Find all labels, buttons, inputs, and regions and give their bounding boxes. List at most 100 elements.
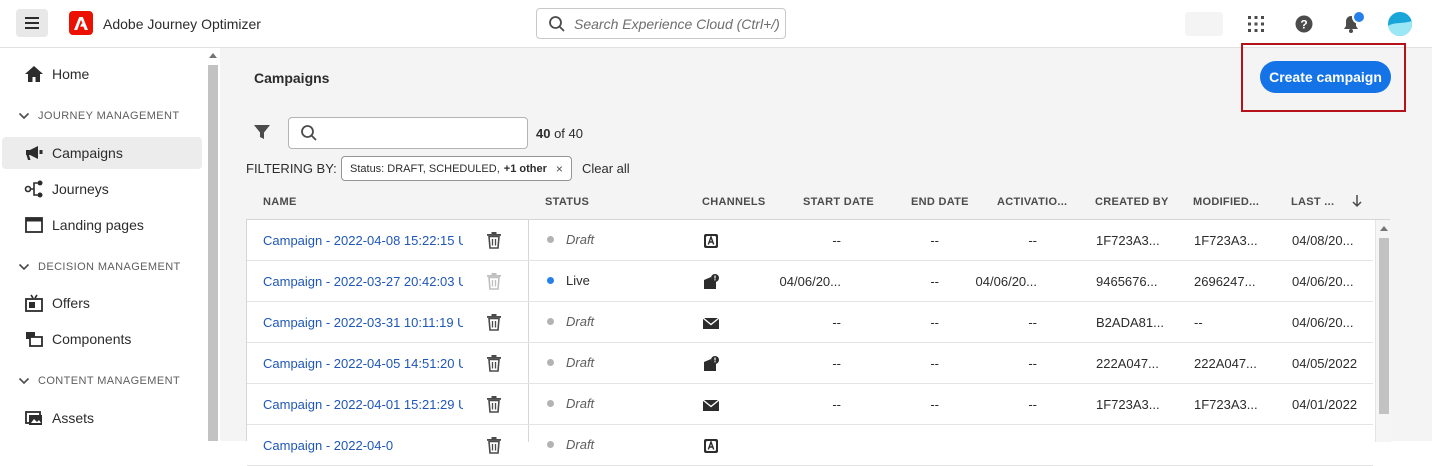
column-header-name[interactable]: NAME: [263, 196, 297, 208]
end-date-cell: --: [930, 397, 939, 412]
delete-icon[interactable]: [486, 272, 502, 290]
status-dot: [547, 318, 554, 325]
components-icon: [26, 332, 43, 347]
filter-icon[interactable]: [253, 123, 271, 141]
table-row[interactable]: Campaign - 2022-04-01 15:21:29 UT( Draft -…: [247, 384, 1373, 425]
sidebar-item-label: Home: [52, 66, 90, 82]
delete-icon[interactable]: [486, 231, 502, 249]
last-modified-cell: 04/06/20...: [1292, 315, 1354, 330]
sidebar-item-label: Journeys: [52, 181, 109, 197]
menu-button[interactable]: [16, 9, 48, 37]
global-search-placeholder: Search Experience Cloud (Ctrl+/): [574, 15, 780, 32]
sidebar-item-home[interactable]: Home: [2, 58, 202, 90]
end-date-cell: --: [930, 233, 939, 248]
section-label: JOURNEY MANAGEMENT: [38, 110, 180, 122]
create-campaign-button[interactable]: Create campaign: [1260, 61, 1391, 93]
sidebar-item-assets[interactable]: Assets: [2, 402, 202, 434]
activation-cell: --: [1028, 233, 1037, 248]
delete-icon[interactable]: [486, 354, 502, 372]
column-header-activation[interactable]: ACTIVATIO...: [997, 196, 1067, 208]
adobe-logo[interactable]: [69, 11, 93, 35]
campaign-name-link[interactable]: Campaign - 2022-03-31 10:11:19 UTC: [263, 315, 463, 330]
filtering-label: FILTERING BY:: [246, 161, 337, 176]
campaign-name-link[interactable]: Campaign - 2022-03-27 20:42:03 UT: [263, 274, 463, 289]
status-text: Draft: [566, 437, 595, 452]
home-icon: [25, 66, 43, 82]
search-input[interactable]: [288, 117, 528, 149]
column-header-modified[interactable]: MODIFIED...: [1193, 196, 1259, 208]
delete-icon[interactable]: [486, 395, 502, 413]
end-date-cell: --: [930, 356, 939, 371]
app-icon: [702, 437, 720, 455]
section-journey-management[interactable]: JOURNEY MANAGEMENT: [18, 110, 179, 122]
column-header-start-date[interactable]: START DATE: [803, 196, 874, 208]
created-by-cell: 1F723A3...: [1096, 397, 1160, 412]
sidebar-item-landing-pages[interactable]: Landing pages: [2, 209, 202, 241]
campaign-name-link[interactable]: Campaign - 2022-04-05 14:51:20 UT: [263, 356, 463, 371]
activation-cell: --: [1028, 315, 1037, 330]
column-header-end-date[interactable]: END DATE: [911, 196, 969, 208]
status-text: Draft: [566, 396, 595, 411]
sidebar-item-campaigns[interactable]: Campaigns: [2, 137, 202, 169]
start-date-cell: --: [832, 397, 841, 412]
table-row[interactable]: Campaign - 2022-04-05 14:51:20 UT Draft --…: [247, 343, 1373, 384]
created-by-cell: 1F723A3...: [1096, 233, 1160, 248]
help-icon[interactable]: ?: [1294, 14, 1314, 34]
avatar[interactable]: [1388, 12, 1412, 36]
push-icon: [702, 273, 720, 291]
status-dot: [547, 277, 554, 284]
campaigns-table: Campaign - 2022-04-08 15:22:15 UT Draft --…: [246, 219, 1391, 466]
delete-icon[interactable]: [486, 313, 502, 331]
section-decision-management[interactable]: DECISION MANAGEMENT: [18, 261, 181, 273]
result-count-number: 40: [536, 126, 551, 141]
delete-icon[interactable]: [486, 436, 502, 454]
modified-by-cell: 2696247...: [1194, 274, 1256, 289]
email-icon: [702, 314, 720, 332]
last-modified-cell: 04/05/2022: [1292, 356, 1358, 371]
email-icon: [702, 396, 720, 414]
sort-down-icon[interactable]: [1351, 194, 1363, 208]
column-header-last[interactable]: LAST ...: [1291, 196, 1334, 208]
global-search[interactable]: Search Experience Cloud (Ctrl+/): [536, 8, 786, 39]
column-header-status[interactable]: STATUS: [545, 196, 589, 208]
sidebar-item-label: Campaigns: [52, 145, 123, 161]
last-modified-cell: 04/08/20...: [1292, 233, 1354, 248]
apps-icon[interactable]: [1246, 14, 1266, 34]
end-date-cell: --: [930, 315, 939, 330]
sidebar-scrollbar[interactable]: [206, 48, 220, 441]
result-count-total: of 40: [550, 126, 583, 141]
campaign-name-link[interactable]: Campaign - 2022-04-08 15:22:15 UT: [263, 233, 463, 248]
landing-page-icon: [25, 217, 43, 233]
last-modified-cell: 04/01/2022: [1292, 397, 1358, 412]
result-count: 40 of 40: [536, 126, 583, 141]
status-dot: [547, 359, 554, 366]
status-text: Live: [566, 273, 590, 288]
table-row[interactable]: Campaign - 2022-04-0 Draft: [247, 425, 1373, 466]
created-by-cell: 222A047...: [1096, 356, 1159, 371]
org-switcher[interactable]: [1185, 12, 1223, 36]
sidebar-item-components[interactable]: Components: [2, 323, 202, 355]
table-row[interactable]: Campaign - 2022-03-27 20:42:03 UT Live 04/…: [247, 261, 1373, 302]
sidebar-item-label: Offers: [52, 295, 90, 311]
table-row[interactable]: Campaign - 2022-03-31 10:11:19 UTC Draft -…: [247, 302, 1373, 343]
sidebar-item-offers[interactable]: Offers: [2, 287, 202, 319]
column-header-created-by[interactable]: CREATED BY: [1095, 196, 1169, 208]
clear-all-link[interactable]: Clear all: [582, 161, 630, 176]
chevron-down-icon: [18, 377, 30, 385]
close-icon[interactable]: ×: [556, 162, 563, 176]
app-title[interactable]: Adobe Journey Optimizer: [103, 16, 261, 32]
section-label: CONTENT MANAGEMENT: [38, 375, 181, 387]
filter-chip[interactable]: Status: DRAFT, SCHEDULED, +1 other ×: [341, 156, 572, 181]
journey-icon: [24, 180, 43, 198]
campaign-name-link[interactable]: Campaign - 2022-04-0: [263, 438, 463, 453]
menu-icon: [25, 17, 39, 29]
column-header-channels[interactable]: CHANNELS: [702, 196, 766, 208]
campaign-name-link[interactable]: Campaign - 2022-04-01 15:21:29 UT(: [263, 397, 463, 412]
status-text: Draft: [566, 355, 595, 370]
sidebar-item-journeys[interactable]: Journeys: [2, 173, 202, 205]
table-scrollbar[interactable]: [1375, 220, 1391, 442]
search-icon: [549, 15, 565, 32]
section-content-management[interactable]: CONTENT MANAGEMENT: [18, 375, 180, 387]
table-row[interactable]: Campaign - 2022-04-08 15:22:15 UT Draft --…: [247, 220, 1373, 261]
top-bar: Adobe Journey Optimizer Search Experienc…: [0, 0, 1432, 48]
